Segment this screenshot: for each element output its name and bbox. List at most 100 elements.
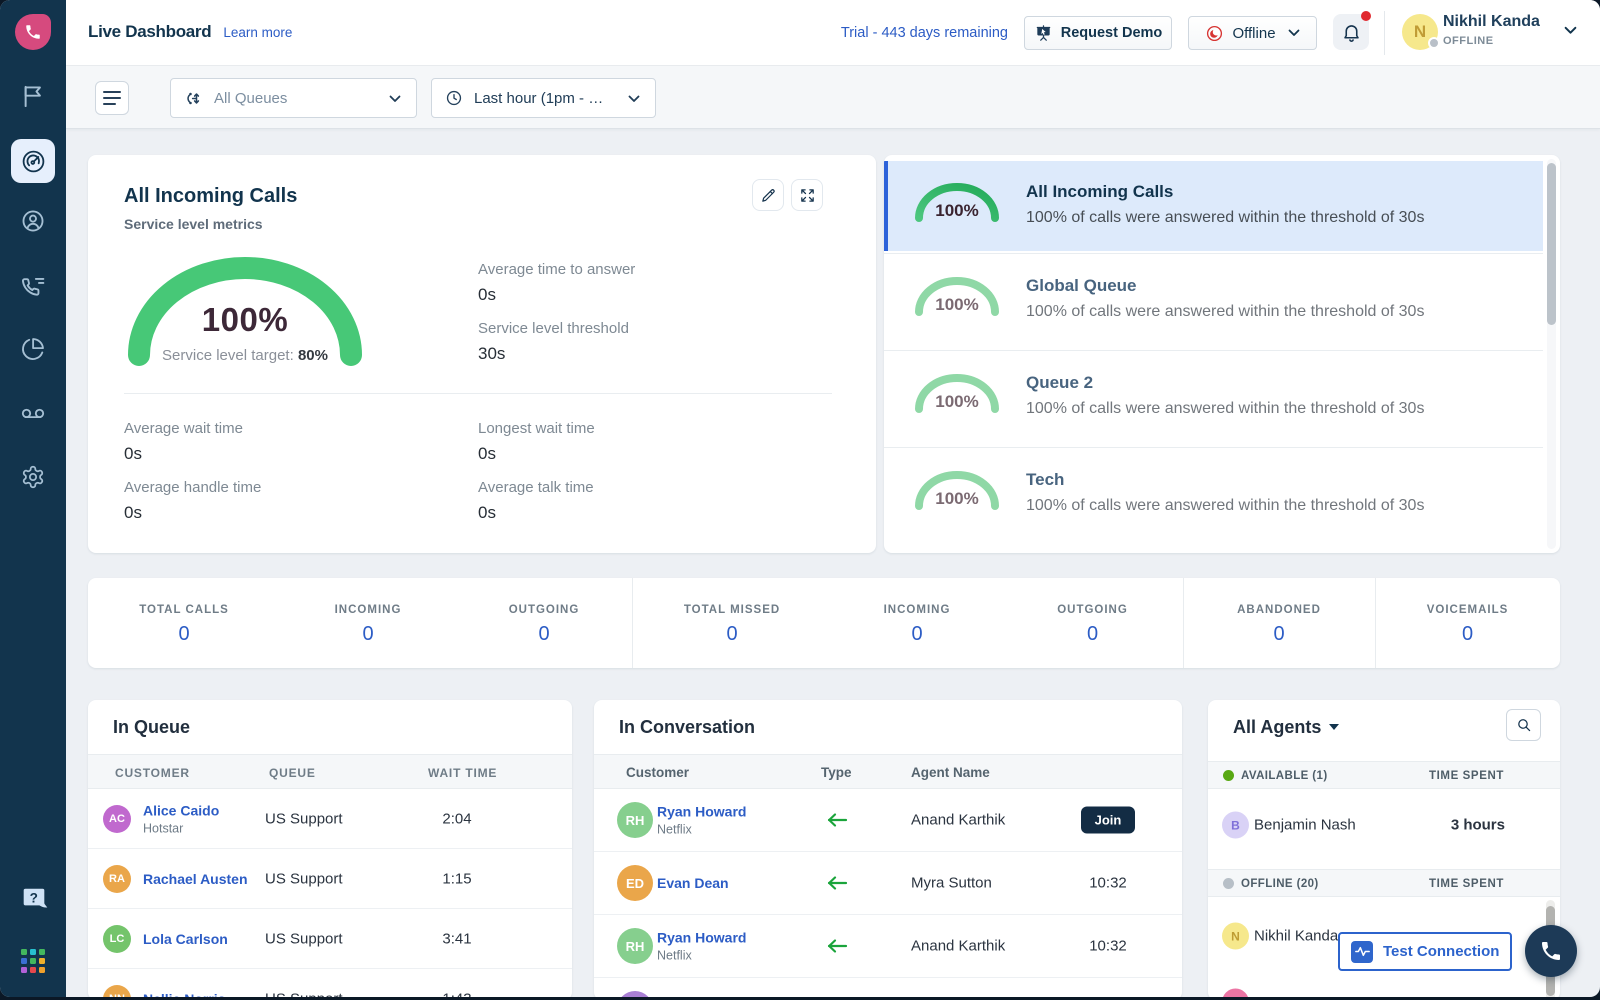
- call-duration: 10:32: [1058, 938, 1158, 955]
- in-conversation-row[interactable]: [594, 978, 1182, 997]
- stat-value[interactable]: 0: [832, 623, 1002, 646]
- customer-avatar: AC: [103, 805, 131, 833]
- queue-gauge-value: 100%: [911, 201, 1003, 221]
- request-demo-button[interactable]: Request Demo: [1024, 16, 1172, 50]
- presence-select[interactable]: Offline: [1188, 16, 1317, 50]
- in-conversation-row[interactable]: RH Ryan HowardNetflix Anand Karthik Join: [594, 789, 1182, 852]
- stat-value[interactable]: 0: [632, 623, 832, 646]
- stat-value[interactable]: 0: [88, 623, 280, 646]
- customer-company: Hotstar: [143, 821, 219, 835]
- customer-name[interactable]: Alice Caido: [143, 802, 219, 818]
- person-circle-icon: [20, 208, 46, 234]
- app-grid-dot: [30, 958, 36, 964]
- queue-summary-item[interactable]: 100% All Incoming Calls 100% of calls we…: [884, 161, 1543, 251]
- phone-icon: [24, 23, 42, 41]
- top-header: Live Dashboard Learn more Trial - 443 da…: [66, 0, 1600, 66]
- user-chevron-icon[interactable]: [1564, 26, 1577, 35]
- in-conversation-row[interactable]: RH Ryan HowardNetflix Anand Karthik 10:3…: [594, 915, 1182, 978]
- in-queue-row[interactable]: LC Lola Carlson US Support 3:41: [88, 909, 572, 969]
- in-conversation-row[interactable]: ED Evan Dean Myra Sutton 10:32: [594, 852, 1182, 915]
- queue-summary-item[interactable]: 100% Queue 2 100% of calls were answered…: [884, 352, 1543, 445]
- metric-value: 0s: [124, 503, 261, 523]
- stat-value[interactable]: 0: [280, 623, 456, 646]
- sidebar-item-voicemail[interactable]: [11, 391, 55, 435]
- queue-summary-item[interactable]: 100% Tech 100% of calls were answered wi…: [884, 449, 1543, 542]
- queue-name: Global Queue: [1026, 276, 1137, 296]
- in-queue-row[interactable]: NN Nellie Norris US Support 1:43: [88, 969, 572, 997]
- help-button[interactable]: ?: [19, 884, 49, 914]
- sidebar-item-contacts[interactable]: [11, 199, 55, 243]
- queue-summary-item[interactable]: 100% Global Queue 100% of calls were ans…: [884, 255, 1543, 348]
- expand-icon: [799, 187, 816, 204]
- gear-icon: [20, 464, 46, 490]
- sidebar-item-dashboard[interactable]: [11, 139, 55, 183]
- customer-name[interactable]: Ryan Howard: [657, 930, 746, 946]
- menu-bar: [103, 97, 121, 99]
- customer-name[interactable]: Rachael Austen: [143, 871, 248, 887]
- stat-value[interactable]: 0: [1375, 623, 1560, 646]
- sidebar-item-reports[interactable]: [11, 327, 55, 371]
- queue-cell: US Support: [265, 870, 343, 887]
- queue-separator: [884, 447, 1543, 448]
- app-grid-dot: [30, 949, 36, 955]
- stat-label: INCOMING: [832, 604, 1002, 616]
- agents-group-header: OFFLINE (20) TIME SPENT: [1208, 869, 1560, 897]
- queues-filter[interactable]: All Queues: [170, 78, 417, 118]
- join-call-button[interactable]: Join: [1081, 807, 1136, 834]
- stat-value[interactable]: 0: [1183, 623, 1375, 646]
- sidebar-item-announcements[interactable]: [11, 74, 55, 118]
- wait-time-cell: 1:43: [398, 990, 516, 997]
- wait-time-cell: 2:04: [398, 810, 516, 827]
- phone-widget-button[interactable]: [1525, 925, 1577, 977]
- in-queue-card: In Queue CUSTOMER QUEUE WAIT TIME AC Ali…: [88, 700, 572, 997]
- metric-label: Average handle time: [124, 479, 261, 496]
- agents-group-label: OFFLINE (20): [1241, 878, 1319, 890]
- apps-grid-icon[interactable]: [21, 949, 45, 973]
- all-agents-label: All Agents: [1233, 717, 1321, 737]
- metric-value: 0s: [478, 503, 594, 523]
- customer-name[interactable]: Evan Dean: [657, 875, 729, 891]
- queue-name: Queue 2: [1026, 373, 1093, 393]
- customer-company: Netflix: [657, 949, 746, 963]
- request-demo-label: Request Demo: [1061, 25, 1163, 41]
- customer-name[interactable]: Ryan Howard: [657, 804, 746, 820]
- trial-remaining[interactable]: Trial - 443 days remaining: [841, 25, 1008, 41]
- user-menu[interactable]: Nikhil Kanda OFFLINE: [1443, 13, 1538, 47]
- service-level-card: All Incoming Calls Service level metrics…: [88, 155, 876, 553]
- in-queue-row[interactable]: AC Alice CaidoHotstar US Support 2:04: [88, 789, 572, 849]
- learn-more-link[interactable]: Learn more: [223, 25, 292, 40]
- agent-row[interactable]: B Benjamin Nash3 hours: [1208, 789, 1560, 861]
- sidebar-item-call-metrics[interactable]: [11, 263, 55, 307]
- collapse-menu-button[interactable]: [95, 81, 129, 115]
- time-range-filter[interactable]: Last hour (1pm - …: [431, 78, 656, 118]
- app-grid-dot: [39, 967, 45, 973]
- stat-value[interactable]: 0: [1002, 623, 1183, 646]
- stat-value[interactable]: 0: [456, 623, 632, 646]
- edit-button[interactable]: [752, 179, 784, 211]
- in-queue-row[interactable]: RA Rachael Austen US Support 1:15: [88, 849, 572, 909]
- agent-avatar: B: [1222, 812, 1249, 839]
- status-dot: [1223, 770, 1234, 781]
- avatar-initials: AC: [109, 813, 125, 825]
- customer-name[interactable]: Lola Carlson: [143, 931, 228, 947]
- metric-service-threshold: Service level threshold 30s: [478, 320, 629, 364]
- column-header: CUSTOMER: [115, 766, 190, 780]
- avatar-initials: B: [1231, 818, 1240, 832]
- sidebar-item-admin[interactable]: [11, 455, 55, 499]
- test-connection-button[interactable]: Test Connection: [1338, 932, 1512, 971]
- stat-label: OUTGOING: [456, 604, 632, 616]
- expand-button[interactable]: [791, 179, 823, 211]
- bell-icon: [1341, 22, 1362, 43]
- agent-name: Benjamin Nash: [1254, 817, 1356, 834]
- in-queue-header-row: CUSTOMER QUEUE WAIT TIME: [88, 754, 572, 789]
- agents-search-button[interactable]: [1506, 709, 1541, 741]
- all-agents-title[interactable]: All Agents: [1233, 717, 1339, 738]
- customer-name[interactable]: Nellie Norris: [143, 991, 225, 998]
- stat-label: TOTAL MISSED: [632, 604, 832, 616]
- agent-avatar: N: [1222, 923, 1249, 950]
- column-header: Type: [821, 765, 852, 780]
- queue-scrollbar-thumb[interactable]: [1547, 163, 1556, 325]
- brand-logo[interactable]: [15, 14, 51, 50]
- queue-description: 100% of calls were answered within the t…: [1026, 497, 1424, 515]
- app-grid-dot: [21, 967, 27, 973]
